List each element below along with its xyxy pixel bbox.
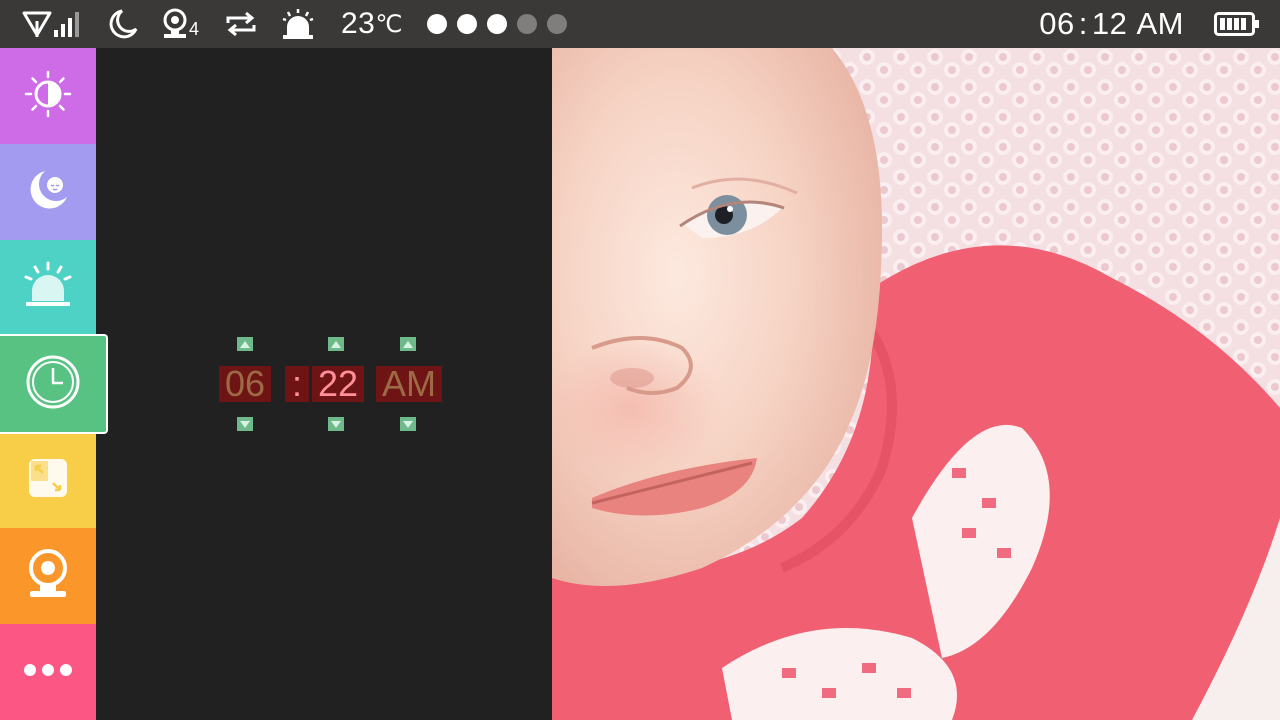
temperature-readout: 23 ℃ xyxy=(341,0,403,48)
sidebar-item-brightness[interactable] xyxy=(0,48,96,144)
baby-monitor-screen: 4 23 ℃ 06:12 AM 06: 22 AM xyxy=(0,0,1280,720)
alarm-siren-icon xyxy=(23,261,73,316)
brightness-icon xyxy=(24,70,72,123)
repeat-icon xyxy=(224,0,258,48)
page-dot xyxy=(457,14,477,34)
resize-icon xyxy=(27,457,69,504)
status-clock-separator: : xyxy=(1078,6,1088,41)
sidebar-item-clock[interactable] xyxy=(0,334,108,434)
status-clock-period: AM xyxy=(1136,6,1184,41)
clock-icon xyxy=(25,354,81,415)
sidebar-item-more[interactable] xyxy=(0,624,96,720)
time-picker: 06 : 22 AM xyxy=(97,48,552,720)
more-dots-icon xyxy=(23,663,73,682)
page-dot xyxy=(517,14,537,34)
status-clock-minute: 12 xyxy=(1091,6,1128,41)
minute-value[interactable]: 22 xyxy=(312,366,364,402)
period-up-button[interactable] xyxy=(400,337,416,351)
camera-icon xyxy=(162,8,188,40)
status-bar: 4 23 ℃ 06:12 AM xyxy=(0,0,1280,48)
time-separator: : xyxy=(285,366,309,402)
period-down-button[interactable] xyxy=(400,417,416,431)
status-clock: 06:12 AM xyxy=(1039,0,1184,48)
temperature-value: 23 xyxy=(341,7,376,40)
wifi-signal-icon xyxy=(22,0,82,48)
minute-down-button[interactable] xyxy=(328,417,344,431)
camera-icon xyxy=(26,548,70,605)
moon-icon xyxy=(108,0,138,48)
page-dot xyxy=(487,14,507,34)
camera-count: 4 xyxy=(189,18,200,39)
sidebar-item-camera[interactable] xyxy=(0,528,96,624)
page-dot xyxy=(427,14,447,34)
camera-status: 4 xyxy=(162,0,199,48)
hour-down-button[interactable] xyxy=(237,417,253,431)
sidebar xyxy=(0,48,108,720)
sidebar-item-night-mode[interactable] xyxy=(0,144,96,240)
sidebar-item-resize[interactable] xyxy=(0,432,96,528)
period-value[interactable]: AM xyxy=(376,366,442,402)
battery-icon xyxy=(1214,0,1260,48)
temperature-unit: ℃ xyxy=(375,10,403,38)
page-indicator xyxy=(427,0,577,48)
hour-value[interactable]: 06 xyxy=(219,366,271,402)
sidebar-item-alarm[interactable] xyxy=(0,240,96,336)
baby-photo xyxy=(552,48,1280,720)
hour-up-button[interactable] xyxy=(237,337,253,351)
sleeping-baby-moon-icon xyxy=(23,165,73,220)
alarm-siren-icon xyxy=(282,0,314,48)
page-dot xyxy=(547,14,567,34)
minute-up-button[interactable] xyxy=(328,337,344,351)
status-clock-hour: 06 xyxy=(1039,6,1075,41)
